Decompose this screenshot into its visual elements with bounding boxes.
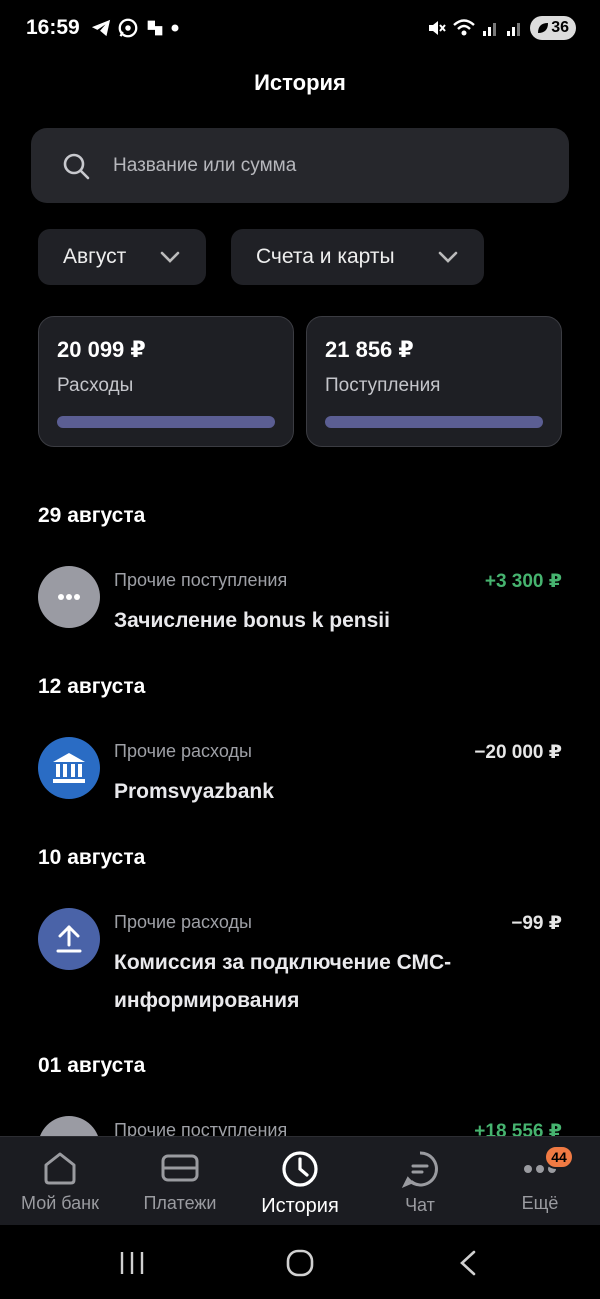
battery-indicator: 36: [530, 16, 576, 40]
nav-label: Чат: [405, 1195, 435, 1215]
expenses-amount: 20 099 ₽: [57, 337, 146, 362]
accounts-filter-label: Счета и карты: [256, 245, 395, 268]
date-header: 12 августа: [38, 675, 146, 698]
month-filter-label: Август: [63, 245, 127, 268]
search-placeholder: Название или сумма: [113, 154, 297, 176]
nav-chat[interactable]: Чат: [360, 1137, 480, 1225]
search-input[interactable]: Название или сумма: [31, 128, 569, 203]
recent-apps-icon[interactable]: [118, 1249, 146, 1277]
transaction-name: Комиссия за подключение СМС-информирован…: [114, 951, 452, 1012]
whatsapp-icon: [118, 18, 138, 38]
nav-label: Платежи: [143, 1193, 217, 1213]
transaction-amount: −99 ₽: [511, 913, 562, 934]
leaf-icon: [538, 23, 549, 33]
date-header: 29 августа: [38, 504, 146, 527]
page-title: История: [254, 70, 346, 95]
month-filter-dropdown[interactable]: Август: [38, 229, 206, 285]
wifi-icon: [453, 19, 476, 36]
income-amount: 21 856 ₽: [325, 337, 414, 362]
nav-history[interactable]: История: [240, 1137, 360, 1225]
transaction-category: Прочие расходы: [114, 912, 252, 932]
nav-my-bank[interactable]: Мой банк: [0, 1137, 120, 1225]
transaction-row[interactable]: Прочие расходы Promsvyazbank −20 000 ₽: [38, 737, 562, 803]
dot-icon: [171, 24, 179, 32]
transaction-name: Promsvyazbank: [114, 780, 274, 803]
mute-icon: [429, 21, 446, 35]
chat-icon: [401, 1151, 438, 1188]
chevron-down-icon: [160, 251, 180, 263]
expenses-summary-card[interactable]: 20 099 ₽ Расходы: [38, 316, 294, 447]
search-icon: [63, 153, 90, 179]
clock-icon: [282, 1151, 318, 1187]
home-button-icon[interactable]: [285, 1248, 315, 1278]
date-header: 10 августа: [38, 846, 146, 869]
battery-level: 36: [551, 19, 569, 36]
nav-payments[interactable]: Платежи: [120, 1137, 240, 1225]
bottom-navigation: Мой банк Платежи История Чат 44 Ещё: [0, 1136, 600, 1225]
back-icon[interactable]: [456, 1249, 480, 1277]
income-label: Поступления: [325, 375, 441, 396]
home-icon: [44, 1152, 76, 1185]
status-bar: 16:59 36: [0, 0, 600, 58]
card-icon: [161, 1154, 199, 1182]
signal-icon-2: [507, 23, 521, 36]
income-bar: [325, 416, 543, 428]
system-navigation-bar: [0, 1225, 600, 1299]
transaction-amount: +3 300 ₽: [484, 571, 562, 592]
telegram-icon: [91, 19, 111, 37]
app-notification-icon: [147, 20, 163, 36]
transaction-amount: −20 000 ₽: [474, 742, 562, 763]
nav-label: Ещё: [521, 1193, 559, 1213]
chevron-down-icon: [438, 251, 458, 263]
notification-icons: [90, 17, 179, 39]
income-summary-card[interactable]: 21 856 ₽ Поступления: [306, 316, 562, 447]
notification-badge: 44: [544, 1145, 574, 1169]
status-time: 16:59: [26, 16, 80, 39]
date-header: 01 августа: [38, 1054, 146, 1077]
bank-icon: [38, 737, 100, 799]
system-icons: 36: [426, 16, 576, 40]
transaction-category: Прочие расходы: [114, 741, 252, 761]
upload-icon: [38, 908, 100, 970]
transaction-row[interactable]: Прочие расходы Комиссия за подключение С…: [38, 908, 562, 1012]
transaction-category: Прочие поступления: [114, 570, 288, 590]
nav-more[interactable]: 44 Ещё: [480, 1137, 600, 1225]
expenses-label: Расходы: [57, 375, 134, 396]
transaction-name: Зачисление bonus k pensii: [114, 609, 390, 632]
expenses-bar: [57, 416, 275, 428]
accounts-filter-dropdown[interactable]: Счета и карты: [231, 229, 484, 285]
transaction-row[interactable]: Прочие поступления Зачисление bonus k pe…: [38, 566, 562, 632]
nav-label: История: [261, 1195, 339, 1217]
signal-icon: [483, 23, 497, 36]
more-icon: [38, 566, 100, 628]
nav-label: Мой банк: [21, 1193, 99, 1213]
